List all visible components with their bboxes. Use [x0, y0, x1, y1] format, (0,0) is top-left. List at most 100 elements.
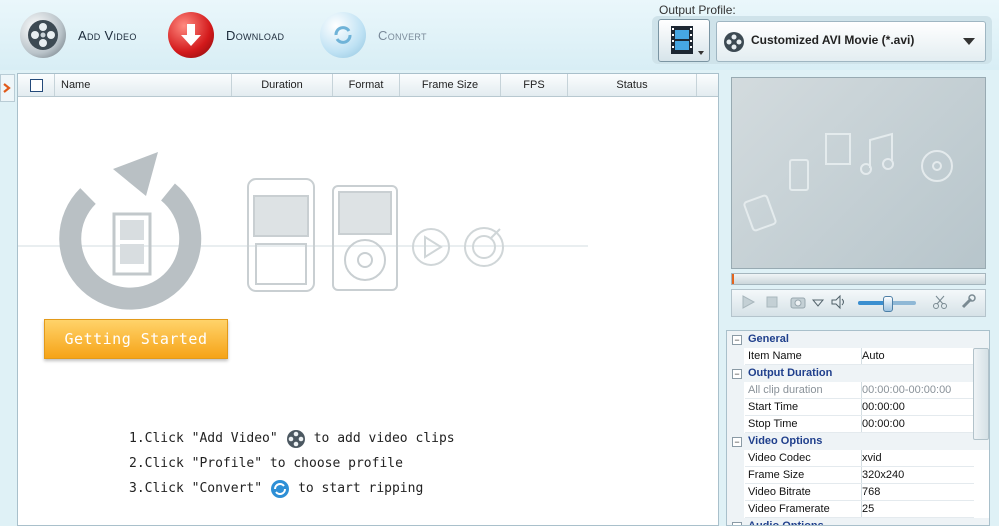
- file-list-panel: Name Duration Format Frame Size FPS Stat…: [17, 73, 719, 526]
- property-row[interactable]: Stop Time 00:00:00: [727, 416, 989, 433]
- property-key: Video Codec: [745, 450, 862, 467]
- property-value[interactable]: 00:00:00: [859, 399, 974, 416]
- step-convert: 3.Click "Convert" to start ripping: [129, 476, 455, 501]
- property-key: Item Name: [745, 348, 862, 365]
- media-placeholder-icons: [743, 132, 953, 232]
- film-strip-icon: [671, 26, 704, 55]
- column-frame-size[interactable]: Frame Size: [400, 74, 501, 96]
- property-group[interactable]: − Output Duration: [727, 365, 989, 382]
- property-row[interactable]: Video Bitrate 768: [727, 484, 989, 501]
- property-row[interactable]: Video Codec xvid: [727, 450, 989, 467]
- player-controls: [731, 289, 986, 317]
- chevron-right-icon: [3, 83, 11, 93]
- convert-button[interactable]: Convert: [320, 10, 427, 60]
- ipod-icon: [743, 194, 777, 232]
- property-value: 00:00:00-00:00:00: [859, 382, 974, 399]
- convert-icon: [271, 479, 290, 498]
- row-gutter: [727, 484, 744, 501]
- add-video-label: Add Video: [78, 27, 137, 43]
- output-profile-value: Customized AVI Movie (*.avi): [751, 33, 915, 47]
- collapse-icon[interactable]: −: [732, 437, 742, 447]
- property-group-title: Video Options: [748, 435, 823, 447]
- film-reel-icon: [724, 32, 744, 52]
- step-1-text: 1.Click "Add Video": [129, 431, 278, 446]
- wrench-icon[interactable]: [960, 294, 976, 310]
- film-reel-icon: [286, 429, 305, 448]
- sidebar-toggle[interactable]: [0, 74, 15, 102]
- step-add-video: 1.Click "Add Video" to add video clips: [129, 426, 455, 451]
- row-gutter: [727, 399, 744, 416]
- scissors-icon[interactable]: [932, 294, 948, 310]
- download-label: Download: [226, 27, 285, 43]
- getting-started-illustration: [18, 152, 588, 310]
- property-key: Start Time: [745, 399, 862, 416]
- property-value[interactable]: 768: [859, 484, 974, 501]
- step-profile: 2.Click "Profile" to choose profile: [129, 451, 455, 476]
- seek-position-marker[interactable]: [732, 274, 734, 284]
- collapse-icon[interactable]: −: [732, 522, 742, 525]
- property-value[interactable]: 25: [859, 501, 974, 518]
- collapse-icon[interactable]: −: [732, 335, 742, 345]
- step-3-suffix: to start ripping: [298, 481, 424, 496]
- volume-knob[interactable]: [883, 296, 893, 312]
- column-fps[interactable]: FPS: [501, 74, 568, 96]
- property-row[interactable]: Item Name Auto: [727, 348, 989, 365]
- step-1-suffix: to add video clips: [313, 431, 455, 446]
- collapse-icon[interactable]: −: [732, 369, 742, 379]
- column-duration[interactable]: Duration: [232, 74, 333, 96]
- download-icon: [168, 12, 214, 58]
- row-gutter: [727, 501, 744, 518]
- property-row[interactable]: Frame Size 320x240: [727, 467, 989, 484]
- column-status[interactable]: Status: [568, 74, 697, 96]
- property-value[interactable]: 00:00:00: [859, 416, 974, 433]
- film-reel-icon: [20, 12, 66, 58]
- refresh-arrow-icon: [59, 152, 202, 310]
- output-profile-select[interactable]: Customized AVI Movie (*.avi): [716, 21, 986, 62]
- row-gutter: [727, 416, 744, 433]
- column-format[interactable]: Format: [333, 74, 400, 96]
- smartphone-icon: [247, 178, 315, 292]
- property-key: All clip duration: [745, 382, 862, 399]
- ipod-icon: [332, 185, 398, 291]
- select-all-checkbox[interactable]: [30, 79, 43, 92]
- property-value[interactable]: xvid: [859, 450, 974, 467]
- property-key: Video Bitrate: [745, 484, 862, 501]
- download-button[interactable]: Download: [168, 10, 284, 60]
- property-group[interactable]: − Video Options: [727, 433, 989, 450]
- snapshot-camera-icon[interactable]: [790, 294, 806, 310]
- seek-bar[interactable]: [731, 273, 986, 285]
- property-value[interactable]: 320x240: [859, 467, 974, 484]
- profile-category-button[interactable]: [658, 19, 710, 62]
- stop-icon[interactable]: [764, 294, 780, 310]
- volume-speaker-icon[interactable]: [830, 294, 846, 310]
- getting-started-button[interactable]: Getting Started: [44, 319, 228, 359]
- convert-label: Convert: [378, 27, 427, 43]
- property-group[interactable]: − General: [727, 331, 989, 348]
- properties-scrollbar[interactable]: [973, 348, 989, 440]
- convert-icon: [320, 12, 366, 58]
- property-key: Video Framerate: [745, 501, 862, 518]
- output-profile-label: Output Profile:: [659, 3, 736, 17]
- snapshot-menu-arrow-icon[interactable]: [810, 294, 826, 310]
- video-preview: [731, 77, 986, 269]
- property-row: All clip duration 00:00:00-00:00:00: [727, 382, 989, 399]
- properties-panel: − General Item Name Auto − Output Duration All…: [726, 330, 990, 526]
- add-video-button[interactable]: Add Video: [20, 10, 137, 60]
- row-gutter: [727, 348, 744, 365]
- row-gutter: [727, 467, 744, 484]
- disc-icon: [921, 150, 953, 182]
- property-row[interactable]: Video Framerate 25: [727, 501, 989, 518]
- property-row[interactable]: Start Time 00:00:00: [727, 399, 989, 416]
- property-group-title: General: [748, 333, 789, 345]
- play-icon[interactable]: [740, 294, 756, 310]
- property-value[interactable]: Auto: [859, 348, 974, 365]
- select-all-header: [18, 74, 55, 96]
- dropdown-arrow-icon: [963, 38, 975, 45]
- property-key: Stop Time: [745, 416, 862, 433]
- property-key: Frame Size: [745, 467, 862, 484]
- main-toolbar: Add Video Download Convert Output Profil…: [0, 0, 999, 70]
- property-group[interactable]: − Audio Options: [727, 518, 989, 525]
- row-gutter: [727, 382, 744, 399]
- phone-icon: [789, 159, 809, 191]
- column-name[interactable]: Name: [55, 74, 232, 96]
